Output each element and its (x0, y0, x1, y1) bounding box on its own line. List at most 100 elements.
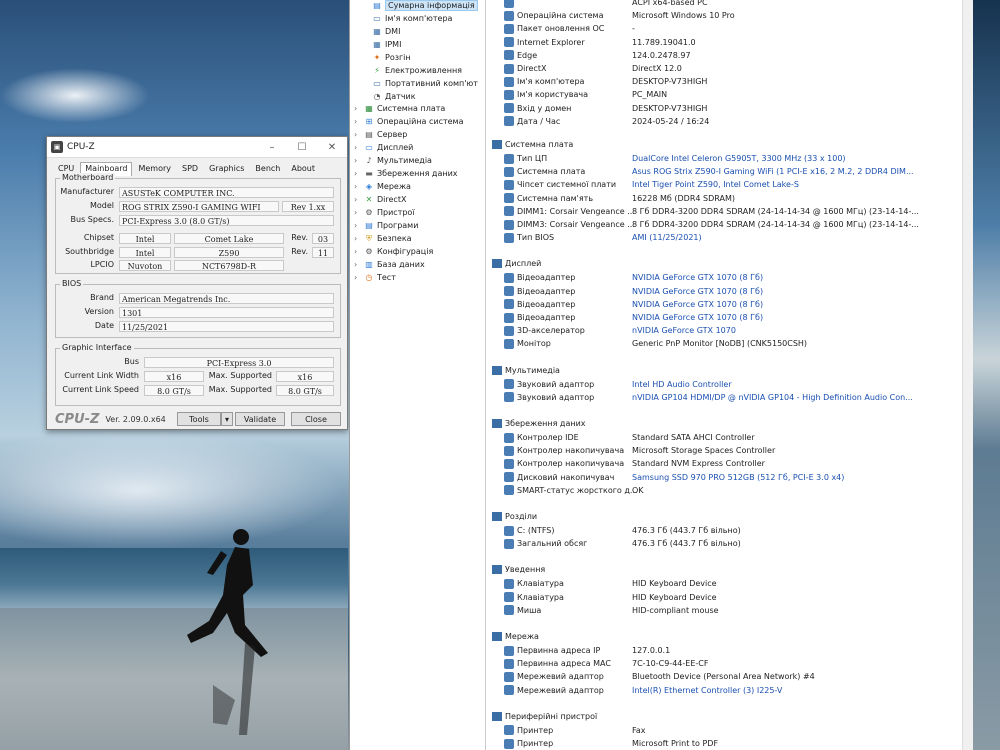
tree-item[interactable]: › ⛨ Безпека (354, 232, 412, 245)
expand-chevron-icon[interactable]: › (354, 273, 364, 282)
tab-bench[interactable]: Bench (250, 162, 285, 176)
minimize-icon[interactable]: – (257, 142, 287, 153)
expand-chevron-icon[interactable]: › (354, 182, 364, 191)
detail-row[interactable]: Тип ЦП DualCore Intel Celeron G5905T, 330… (504, 152, 964, 165)
tree-item[interactable]: › ⊞ Операційна система (354, 115, 464, 128)
expand-chevron-icon[interactable]: › (354, 208, 364, 217)
expand-chevron-icon[interactable]: › (354, 130, 364, 139)
detail-row[interactable]: Контролер IDE Standard SATA AHCI Controll… (504, 431, 964, 444)
detail-row[interactable]: DIMM3: Corsair Vengeance ... 8 Гб DDR4-32… (504, 218, 964, 231)
tree-item[interactable]: › ◷ Тест (354, 271, 396, 284)
detail-value[interactable]: NVIDIA GeForce GTX 1070 (8 Гб) (632, 298, 763, 311)
detail-row[interactable]: Первинна адреса MAC 7C-10-C9-44-EE-CF (504, 657, 964, 670)
tree-item[interactable]: ▭ Ім'я комп'ютера (372, 12, 452, 25)
detail-value[interactable]: DualCore Intel Celeron G5905T, 3300 MHz … (632, 152, 846, 165)
detail-value[interactable]: Intel(R) Ethernet Controller (3) I225-V (632, 684, 782, 697)
close-button[interactable]: Close (291, 412, 341, 426)
detail-row[interactable]: Відеоадаптер NVIDIA GeForce GTX 1070 (8 Г… (504, 311, 964, 324)
detail-row[interactable]: Мережевий адаптор Intel(R) Ethernet Contr… (504, 684, 964, 697)
detail-row[interactable]: Принтер Fax (504, 724, 964, 737)
expand-chevron-icon[interactable]: › (354, 221, 364, 230)
detail-value[interactable]: Intel Tiger Point Z590, Intel Comet Lake… (632, 178, 799, 191)
detail-row[interactable]: Чіпсет системної плати Intel Tiger Point … (504, 178, 964, 191)
detail-value[interactable]: Samsung SSD 970 PRO 512GB (512 Гб, PCI-E… (632, 471, 844, 484)
detail-row[interactable]: Вхід у домен DESKTOP-V73HIGH (504, 102, 964, 115)
detail-row[interactable]: Відеоадаптер NVIDIA GeForce GTX 1070 (8 Г… (504, 285, 964, 298)
expand-chevron-icon[interactable]: › (354, 156, 364, 165)
detail-row[interactable]: Ім'я користувача PC_MAIN (504, 88, 964, 101)
detail-value[interactable]: NVIDIA GeForce GTX 1070 (8 Гб) (632, 311, 763, 324)
detail-row[interactable]: Системна плата Asus ROG Strix Z590-I Gami… (504, 165, 964, 178)
detail-row[interactable]: Первинна адреса IP 127.0.0.1 (504, 644, 964, 657)
tab-about[interactable]: About (286, 162, 320, 176)
detail-row[interactable]: Ім'я комп'ютера DESKTOP-V73HIGH (504, 75, 964, 88)
detail-row[interactable]: Internet Explorer 11.789.19041.0 (504, 36, 964, 49)
tree-item[interactable]: › ⚙ Пристрої (354, 206, 415, 219)
tree-item[interactable]: › ▬ Збереження даних (354, 167, 458, 180)
detail-row[interactable]: Відеоадаптер NVIDIA GeForce GTX 1070 (8 Г… (504, 298, 964, 311)
tree-item[interactable]: › ▭ Дисплей (354, 141, 413, 154)
expand-chevron-icon[interactable]: › (354, 169, 364, 178)
detail-row[interactable]: Дата / Час 2024-05-24 / 16:24 (504, 115, 964, 128)
tree-item[interactable]: ✦ Розгін (372, 51, 411, 64)
tree-item[interactable]: ▭ Портативний комп'ют (372, 77, 478, 90)
detail-row[interactable]: Мережевий адаптор Bluetooth Device (Perso… (504, 670, 964, 683)
tree-item[interactable]: › ♪ Мультимедіа (354, 154, 432, 167)
maximize-icon[interactable]: ☐ (287, 142, 317, 153)
tree-item[interactable]: › ▦ Системна плата (354, 102, 445, 115)
tree-item[interactable]: ▤ Сумарна інформація (372, 0, 478, 12)
detail-row[interactable]: Пакет оновлення ОС - (504, 22, 964, 35)
tree-item[interactable]: › ✕ DirectX (354, 193, 406, 206)
detail-scrollbar[interactable] (962, 0, 973, 750)
expand-chevron-icon[interactable]: › (354, 143, 364, 152)
detail-row[interactable]: Операційна система Microsoft Windows 10 P… (504, 9, 964, 22)
detail-value[interactable]: NVIDIA GeForce GTX 1070 (8 Гб) (632, 285, 763, 298)
detail-row[interactable]: C: (NTFS) 476.3 Гб (443.7 Гб вільно) (504, 524, 964, 537)
tree-item[interactable]: › ▤ Програми (354, 219, 418, 232)
expand-chevron-icon[interactable]: › (354, 260, 364, 269)
detail-row[interactable]: Дисковий накопичувач Samsung SSD 970 PRO … (504, 471, 964, 484)
validate-button[interactable]: Validate (235, 412, 285, 426)
detail-row[interactable]: Клавіатура HID Keyboard Device (504, 591, 964, 604)
detail-row[interactable]: Клавіатура HID Keyboard Device (504, 577, 964, 590)
detail-row[interactable]: Тип BIOS AMI (11/25/2021) (504, 231, 964, 244)
detail-row[interactable]: Edge 124.0.2478.97 (504, 49, 964, 62)
tools-dropdown-icon[interactable]: ▾ (221, 412, 233, 426)
tree-item[interactable]: › ◈ Мережа (354, 180, 411, 193)
detail-row[interactable]: Звуковий адаптор nVIDIA GP104 HDMI/DP @ n… (504, 391, 964, 404)
expand-chevron-icon[interactable]: › (354, 195, 364, 204)
cpuz-titlebar[interactable]: ▣ CPU-Z – ☐ ✕ (47, 137, 347, 158)
tree-item[interactable]: ⚡ Електроживлення (372, 64, 462, 77)
tree-item[interactable]: ▦ DMI (372, 25, 400, 38)
detail-row[interactable]: Миша HID-compliant mouse (504, 604, 964, 617)
detail-row[interactable]: Загальний обсяг 476.3 Гб (443.7 Гб вільно… (504, 537, 964, 550)
detail-row[interactable]: Звуковий адаптор Intel HD Audio Controlle… (504, 378, 964, 391)
tab-spd[interactable]: SPD (177, 162, 203, 176)
detail-value[interactable]: nVIDIA GeForce GTX 1070 (632, 324, 736, 337)
detail-row[interactable]: Контролер накопичувача Microsoft Storage … (504, 444, 964, 457)
detail-value[interactable]: NVIDIA GeForce GTX 1070 (8 Гб) (632, 271, 763, 284)
tab-memory[interactable]: Memory (133, 162, 176, 176)
detail-row[interactable]: DirectX DirectX 12.0 (504, 62, 964, 75)
detail-value[interactable]: Asus ROG Strix Z590-I Gaming WiFi (1 PCI… (632, 165, 914, 178)
tools-button[interactable]: Tools (177, 412, 221, 426)
expand-chevron-icon[interactable]: › (354, 117, 364, 126)
detail-row[interactable]: ACPI x64-based PC (504, 0, 964, 9)
detail-row[interactable]: Принтер Microsoft Print to PDF (504, 737, 964, 750)
detail-value[interactable]: AMI (11/25/2021) (632, 231, 702, 244)
expand-chevron-icon[interactable]: › (354, 234, 364, 243)
tree-item[interactable]: › ▥ База даних (354, 258, 425, 271)
detail-value[interactable]: nVIDIA GP104 HDMI/DP @ nVIDIA GP104 - Hi… (632, 391, 913, 404)
detail-row[interactable]: DIMM1: Corsair Vengeance ... 8 Гб DDR4-32… (504, 205, 964, 218)
tab-graphics[interactable]: Graphics (204, 162, 249, 176)
detail-row[interactable]: Системна пам'ять 16228 Мб (DDR4 SDRAM) (504, 192, 964, 205)
detail-row[interactable]: SMART-статус жорсткого д... OK (504, 484, 964, 497)
tree-item[interactable]: ▦ IPMI (372, 38, 401, 51)
close-icon[interactable]: ✕ (317, 142, 347, 153)
tree-item[interactable]: › ⚙ Конфігурація (354, 245, 433, 258)
detail-row[interactable]: Контролер накопичувача Standard NVM Expre… (504, 457, 964, 470)
expand-chevron-icon[interactable]: › (354, 247, 364, 256)
detail-row[interactable]: Монітор Generic PnP Monitor [NoDB] (CNK51… (504, 337, 964, 350)
detail-row[interactable]: Відеоадаптер NVIDIA GeForce GTX 1070 (8 Г… (504, 271, 964, 284)
detail-row[interactable]: 3D-акселератор nVIDIA GeForce GTX 1070 (504, 324, 964, 337)
